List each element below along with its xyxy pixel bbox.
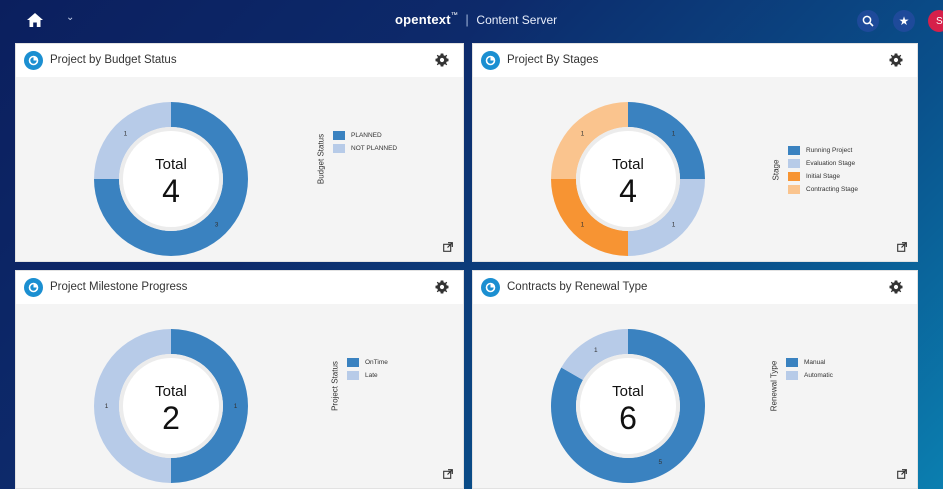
legend-swatch — [347, 358, 359, 367]
donut-total-label: Total — [155, 156, 187, 173]
chart-legend: Stage Running Project Evaluation Stage I… — [772, 144, 858, 204]
product-name: Content Server — [476, 13, 558, 27]
tile-renewal-type: Contracts by Renewal Type 5 1 Total 6 Renew… — [472, 270, 918, 489]
legend-label: Contracting Stage — [806, 186, 859, 193]
slice-value-label: 1 — [594, 347, 598, 354]
legend-swatch — [333, 131, 345, 140]
legend-item-initial-stage: Initial Stage — [788, 170, 858, 183]
chart-tile-icon — [481, 51, 500, 70]
slice-value-label: 5 — [658, 459, 662, 466]
tile-header: Project Milestone Progress — [16, 271, 463, 304]
legend-label: Late — [365, 372, 378, 379]
donut-total-label: Total — [155, 383, 187, 400]
slice-value-label: 1 — [672, 130, 676, 137]
chart-legend: Project Status OnTime Late — [331, 356, 388, 416]
legend-axis-label: Budget Status — [316, 133, 326, 185]
legend-swatch — [347, 371, 359, 380]
favorites-button[interactable]: ★ — [893, 10, 915, 32]
tile-title: Project by Budget Status — [50, 54, 177, 66]
tile-title: Project Milestone Progress — [50, 281, 188, 293]
legend-label: Initial Stage — [806, 173, 840, 180]
search-icon — [862, 15, 874, 27]
legend-swatch — [786, 371, 798, 380]
donut-total-value: 4 — [162, 173, 180, 209]
tile-header: Project By Stages — [473, 44, 917, 77]
legend-label: PLANNED — [351, 132, 382, 139]
home-icon[interactable] — [26, 12, 44, 28]
legend-axis-label: Project Status — [330, 361, 340, 411]
slice-value-label: 1 — [581, 130, 585, 137]
chart-legend: Budget Status PLANNED NOT PLANNED — [317, 129, 397, 189]
star-icon: ★ — [898, 14, 910, 28]
donut-chart: 3 1 Total4 — [94, 102, 248, 256]
legend-swatch — [788, 185, 800, 194]
chart-tile-icon — [24, 278, 43, 297]
brand: opentext™ | Content Server — [395, 12, 557, 27]
tile-title: Project By Stages — [507, 54, 599, 66]
gear-icon[interactable] — [889, 280, 903, 294]
gear-icon[interactable] — [435, 53, 449, 67]
donut-total-value: 2 — [162, 400, 180, 436]
tile-budget-status: Project by Budget Status 3 1 Total 4 Budget… — [15, 43, 464, 262]
tile-project-stages: Project By Stages 1 1 1 1 Total 4 Stage Runni… — [472, 43, 918, 262]
slice-value-label: 1 — [581, 222, 585, 229]
legend-swatch — [788, 172, 800, 181]
tile-header: Project by Budget Status — [16, 44, 463, 77]
search-button[interactable] — [857, 10, 879, 32]
legend-swatch — [333, 144, 345, 153]
legend-axis-label: Renewal Type — [769, 360, 779, 412]
donut-chart: 1 1 1 1 Total4 — [551, 102, 705, 256]
legend-item-automatic: Automatic — [786, 369, 833, 382]
legend-swatch — [788, 146, 800, 155]
slice-value-label: 1 — [124, 130, 128, 137]
brand-logo-text: opentext — [395, 12, 451, 27]
legend-label: NOT PLANNED — [351, 145, 398, 152]
open-in-new-icon[interactable] — [897, 469, 907, 479]
slice-value-label: 3 — [215, 222, 219, 229]
donut-total-value: 4 — [619, 173, 637, 209]
slice-value-label: 1 — [105, 403, 109, 410]
legend-item-contracting-stage: Contracting Stage — [788, 183, 858, 196]
gear-icon[interactable] — [435, 280, 449, 294]
legend-axis-label: Stage — [771, 159, 781, 181]
open-in-new-icon[interactable] — [443, 469, 453, 479]
legend-item-manual: Manual — [786, 356, 833, 369]
donut-total-label: Total — [612, 156, 644, 173]
donut-total-value: 6 — [619, 400, 637, 436]
legend-item-not-planned: NOT PLANNED — [333, 142, 397, 155]
legend-item-late: Late — [347, 369, 388, 382]
legend-item-running-project: Running Project — [788, 144, 858, 157]
chart-tile-icon — [481, 278, 500, 297]
brand-separator: | — [465, 12, 469, 27]
brand-tm: ™ — [450, 12, 458, 19]
slice-value-label: 1 — [672, 222, 676, 229]
tile-title: Contracts by Renewal Type — [507, 281, 648, 293]
tile-milestone-progress: Project Milestone Progress 1 1 Total 2 Proj… — [15, 270, 464, 489]
legend-swatch — [788, 159, 800, 168]
legend-label: Manual — [804, 359, 826, 366]
legend-label: Running Project — [806, 147, 853, 154]
legend-label: OnTime — [365, 359, 388, 366]
chart-legend: Renewal Type Manual Automatic — [770, 356, 833, 416]
legend-label: Automatic — [804, 372, 833, 379]
open-in-new-icon[interactable] — [443, 242, 453, 252]
donut-chart: 5 1 Total6 — [551, 329, 705, 483]
chart-tile-icon — [24, 51, 43, 70]
chevron-down-icon[interactable]: ⌄ — [66, 12, 74, 23]
slice-value-label: 1 — [234, 403, 238, 410]
top-bar: ⌄ opentext™ | Content Server ★ S — [0, 0, 943, 40]
tile-header: Contracts by Renewal Type — [473, 271, 917, 304]
legend-swatch — [786, 358, 798, 367]
user-avatar[interactable]: S — [928, 10, 943, 32]
legend-label: Evaluation Stage — [806, 160, 856, 167]
donut-chart: 1 1 Total2 — [94, 329, 248, 483]
avatar-initial: S — [936, 15, 943, 27]
donut-total-label: Total — [612, 383, 644, 400]
gear-icon[interactable] — [889, 53, 903, 67]
legend-item-evaluation-stage: Evaluation Stage — [788, 157, 858, 170]
legend-item-planned: PLANNED — [333, 129, 397, 142]
legend-item-ontime: OnTime — [347, 356, 388, 369]
open-in-new-icon[interactable] — [897, 242, 907, 252]
